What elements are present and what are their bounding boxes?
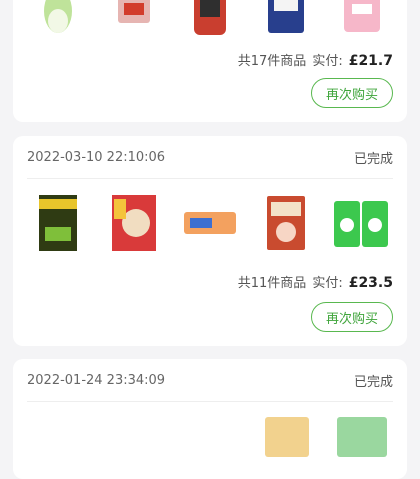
paid-amount: £21.7 [348,53,393,69]
product-thumbnail[interactable] [103,0,165,42]
order-card: 2022-01-24 23:34:09 已完成 [13,359,407,479]
product-thumbnail[interactable] [337,417,387,457]
order-datetime: 2022-01-24 23:34:09 [27,372,166,388]
product-thumbnail[interactable] [255,192,317,254]
order-card: 共17件商品 实付: £21.7 再次购买 [13,0,407,122]
order-summary: 共11件商品 实付: £23.5 [238,272,393,291]
product-thumbnail[interactable] [103,192,165,254]
product-thumbnail[interactable] [265,417,309,457]
item-count-text: 共17件商品 [237,54,307,69]
order-status: 已完成 [353,374,393,390]
order-status: 已完成 [353,151,393,167]
product-thumbnail[interactable] [179,192,241,254]
order-header: 2022-03-10 22:10:06 已完成 [27,136,393,179]
paid-label: 实付: [312,54,343,69]
paid-label: 实付: [312,276,343,291]
product-thumbnail[interactable] [255,0,317,42]
paid-amount: £23.5 [348,275,393,291]
product-thumbnail[interactable] [27,192,89,254]
item-count-text: 共11件商品 [237,276,307,291]
product-thumbnail[interactable] [27,0,89,42]
order-datetime: 2022-03-10 22:10:06 [27,149,166,165]
order-card: 2022-03-10 22:10:06 已完成 共11件商品 实付: £23.5… [13,136,407,346]
order-header: 2022-01-24 23:34:09 已完成 [27,359,393,402]
product-thumbnail[interactable] [179,0,241,42]
reorder-button[interactable]: 再次购买 [311,302,393,332]
product-thumbnail[interactable] [331,192,393,254]
product-thumbnails [27,192,393,254]
order-summary: 共17件商品 实付: £21.7 [238,50,393,69]
product-thumbnail[interactable] [331,0,393,42]
product-thumbnails [27,0,393,42]
reorder-button[interactable]: 再次购买 [311,78,393,108]
